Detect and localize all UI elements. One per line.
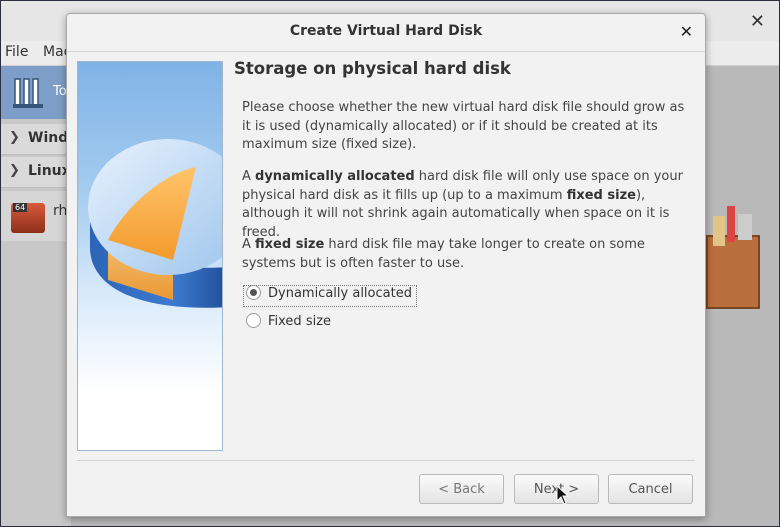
vm-list-item[interactable]: 64 rh [1,191,71,241]
wizard-illustration [77,61,223,451]
chevron-right-icon: ❯ [9,163,20,178]
mouse-pointer-icon [556,485,570,505]
back-button[interactable]: < Back [419,474,504,504]
radio-dynamically-allocated[interactable]: Dynamically allocated [243,285,417,307]
radio-label: Fixed size [268,314,332,329]
group-windows[interactable]: ❯ Windo [1,124,78,155]
radio-checked-icon[interactable] [246,285,261,300]
cancel-button[interactable]: Cancel [608,474,693,504]
group-linux[interactable]: ❯ Linux [1,157,71,188]
main-close-icon[interactable]: ✕ [750,11,765,32]
radio-label: Dynamically allocated [268,286,412,301]
vm-bitness-badge: 64 [13,203,28,212]
page-heading: Storage on physical hard disk [234,59,511,78]
toolbox-illustration-icon [706,206,760,309]
group-label: Linux [28,163,71,179]
chevron-right-icon: ❯ [9,130,20,145]
menu-file[interactable]: File [5,44,28,60]
close-icon[interactable]: ✕ [680,22,693,41]
tools-label: To [53,84,67,99]
intro-text: Please choose whether the new virtual ha… [242,100,685,152]
tools-item[interactable]: To [1,66,71,119]
radio-fixed-size[interactable]: Fixed size [243,313,335,334]
dialog-titlebar: Create Virtual Hard Disk ✕ [67,14,705,52]
radio-unchecked-icon[interactable] [246,313,261,328]
button-separator [77,460,695,461]
tools-icon [13,78,43,108]
vm-sidebar: To ❯ Windo ❯ Linux 64 rh [1,66,78,526]
dialog-title: Create Virtual Hard Disk [289,23,483,39]
dynamic-description: A dynamically allocated hard disk file w… [242,169,683,240]
hard-disk-pie-icon [88,139,222,308]
fixed-description: A fixed size hard disk file may take lon… [242,237,645,271]
create-virtual-hard-disk-dialog: Create Virtual Hard Disk ✕ Storage on ph… [66,13,706,517]
